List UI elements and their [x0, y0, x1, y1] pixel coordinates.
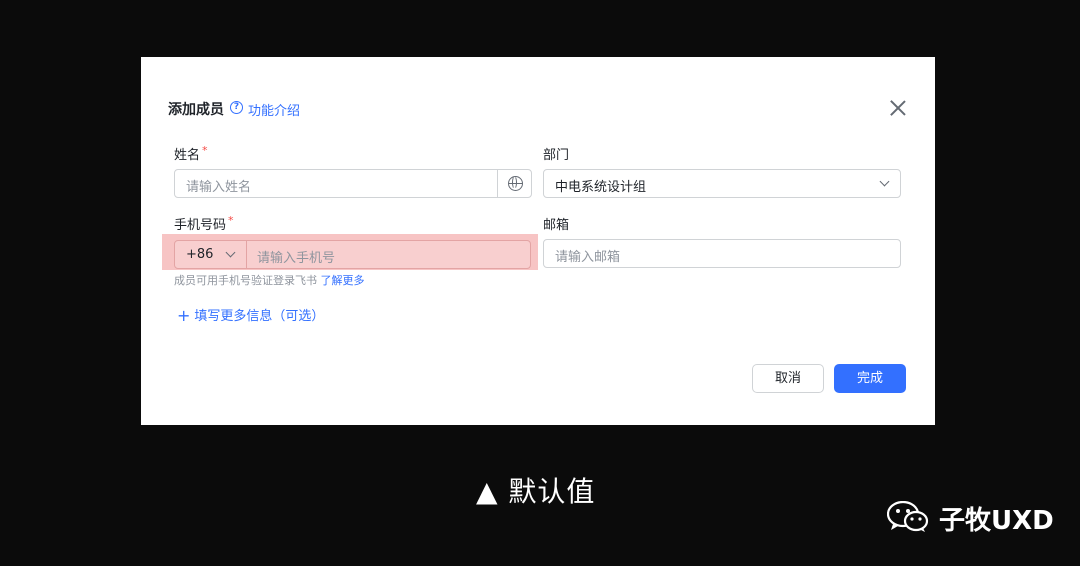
done-button[interactable]: 完成 [834, 364, 906, 393]
phone-label: 手机号码 * [174, 214, 234, 233]
email-placeholder: 请输入邮箱 [555, 250, 621, 265]
more-info-button[interactable]: + 填写更多信息（可选） [177, 305, 324, 325]
learn-more-link[interactable]: 了解更多 [321, 274, 365, 287]
name-placeholder: 请输入姓名 [186, 180, 252, 195]
country-code-select[interactable]: +86 [186, 247, 213, 262]
feature-intro-link[interactable]: 功能介绍 [248, 100, 300, 119]
hint-text: 成员可用手机号验证登录飞书 [174, 274, 321, 287]
name-label-text: 姓名 [174, 148, 201, 163]
wechat-icon [887, 501, 929, 532]
chevron-down-icon [879, 176, 890, 187]
phone-field[interactable]: +86 请输入手机号 [174, 240, 531, 269]
divider [497, 170, 498, 197]
cancel-button[interactable]: 取消 [752, 364, 824, 393]
divider [246, 241, 247, 268]
phone-placeholder: 请输入手机号 [257, 251, 336, 266]
email-field[interactable]: 请输入邮箱 [543, 239, 901, 268]
help-icon[interactable]: ? [230, 101, 243, 114]
caption: ▲ 默认值 [476, 475, 596, 508]
dept-value: 中电系统设计组 [555, 180, 647, 195]
required-mark: * [228, 214, 234, 227]
dept-label: 部门 [543, 148, 570, 163]
more-info-label: 填写更多信息（可选） [194, 309, 325, 324]
close-icon[interactable] [887, 97, 909, 119]
dept-select[interactable]: 中电系统设计组 [543, 169, 901, 198]
name-label: 姓名 * [174, 144, 208, 163]
required-mark: * [202, 144, 208, 157]
phone-label-text: 手机号码 [174, 218, 227, 233]
chevron-down-icon[interactable] [225, 247, 236, 258]
plus-icon: + [177, 306, 191, 325]
name-field[interactable]: 请输入姓名 [174, 169, 532, 198]
dialog-title: 添加成员 [168, 102, 224, 118]
brand-name: 子牧UXD [939, 506, 1054, 536]
email-label: 邮箱 [543, 218, 570, 233]
phone-hint: 成员可用手机号验证登录飞书 了解更多 [174, 272, 365, 288]
globe-icon[interactable] [508, 176, 523, 191]
